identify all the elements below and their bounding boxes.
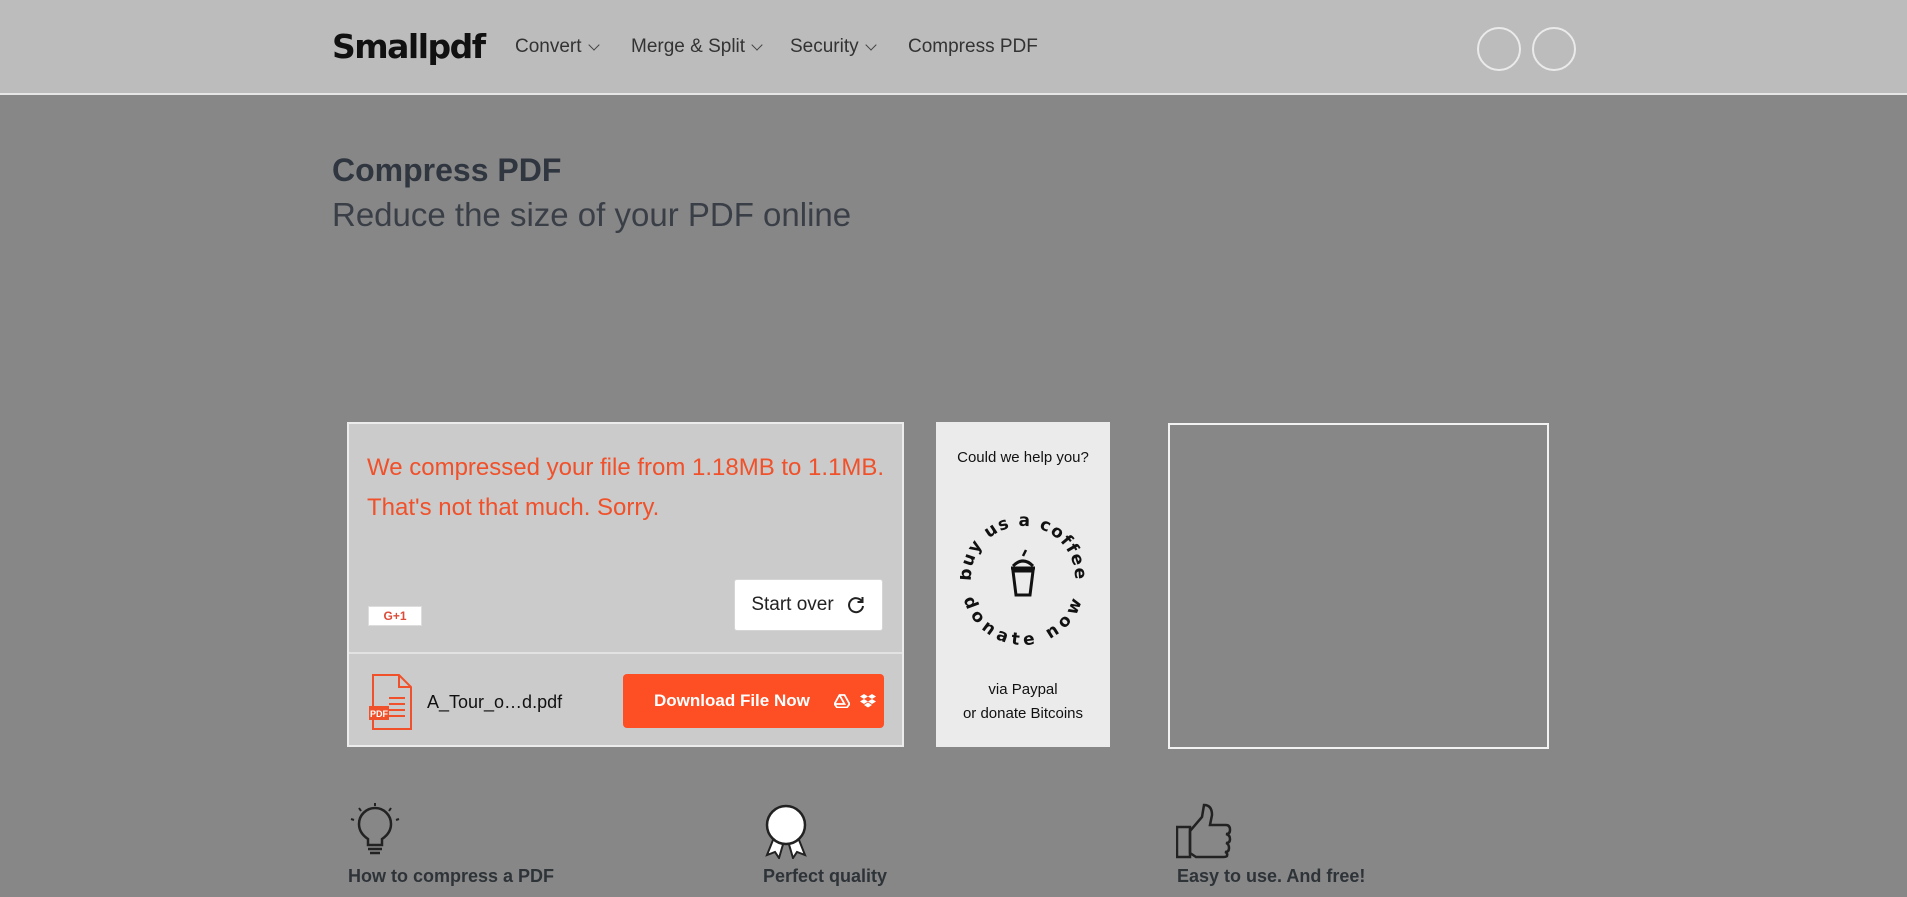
compression-message-line2: That's not that much. Sorry. [367,494,660,521]
donate-question: Could we help you? [957,449,1089,466]
ad-placeholder [1168,423,1549,749]
card-divider [349,652,902,654]
dropbox-icon[interactable] [860,693,876,709]
refresh-icon [847,597,864,614]
compression-message-line1: We compressed your file from 1.18MB to 1… [367,454,885,481]
buy-coffee-badge[interactable]: buy us a coffee donate now [960,510,1086,646]
start-over-label: Start over [751,594,834,615]
compression-message: We compressed your file from 1.18MB to 1… [367,448,887,528]
feature-perfect-quality: Perfect quality [763,866,888,886]
pdf-file-icon: PDF [369,674,412,730]
google-drive-icon[interactable] [834,694,850,708]
donate-panel[interactable]: Could we help you? buy us a coffee donat… [936,422,1110,747]
download-button-label: Download File Now [654,691,810,710]
coffee-cup-icon [1011,549,1035,597]
nav-compress-pdf-label: Compress PDF [908,36,1038,57]
nav-convert[interactable]: Convert [515,36,600,58]
nav-convert-label: Convert [515,36,582,57]
download-file-button[interactable]: Download File Now [623,674,884,728]
feature-how-to-compress[interactable]: How to compress a PDF [348,866,554,887]
smallpdf-logo[interactable]: Smallpdf [332,27,486,66]
donate-paypal-link[interactable]: via Paypal [936,678,1110,702]
header-circle-button-1[interactable] [1477,27,1521,71]
nav-compress-pdf[interactable]: Compress PDF [908,36,1038,58]
pdf-badge: PDF [370,709,389,719]
page-subtitle: Reduce the size of your PDF online [332,196,852,233]
nav-merge-split[interactable]: Merge & Split [631,36,763,58]
donate-via: via Paypal or donate Bitcoins [936,678,1110,726]
chevron-down-icon [587,38,600,51]
header-circle-button-2[interactable] [1532,27,1576,71]
page-title: Compress PDF [332,152,562,188]
lightbulb-icon [350,803,400,855]
google-plus-button[interactable]: G+1 [368,606,422,626]
nav-security-label: Security [790,36,859,57]
file-name: A_Tour_o…d.pdf [427,692,563,712]
award-ribbon-icon [765,804,807,859]
top-navbar: Smallpdf Convert Merge & Split Security … [0,0,1907,95]
start-over-button[interactable]: Start over [734,579,883,631]
coffee-ring-bottom-text: donate now [960,594,1085,646]
result-card: We compressed your file from 1.18MB to 1… [347,422,904,747]
nav-security[interactable]: Security [790,36,877,58]
feature-easy-to-use: Easy to use. And free! [1177,866,1366,886]
donate-bitcoin-link[interactable]: or donate Bitcoins [936,702,1110,726]
thumbs-up-icon [1176,803,1232,859]
svg-text:donate now: donate now [960,594,1086,646]
nav-merge-split-label: Merge & Split [631,36,746,57]
chevron-down-icon [751,38,763,51]
chevron-down-icon [864,38,877,51]
